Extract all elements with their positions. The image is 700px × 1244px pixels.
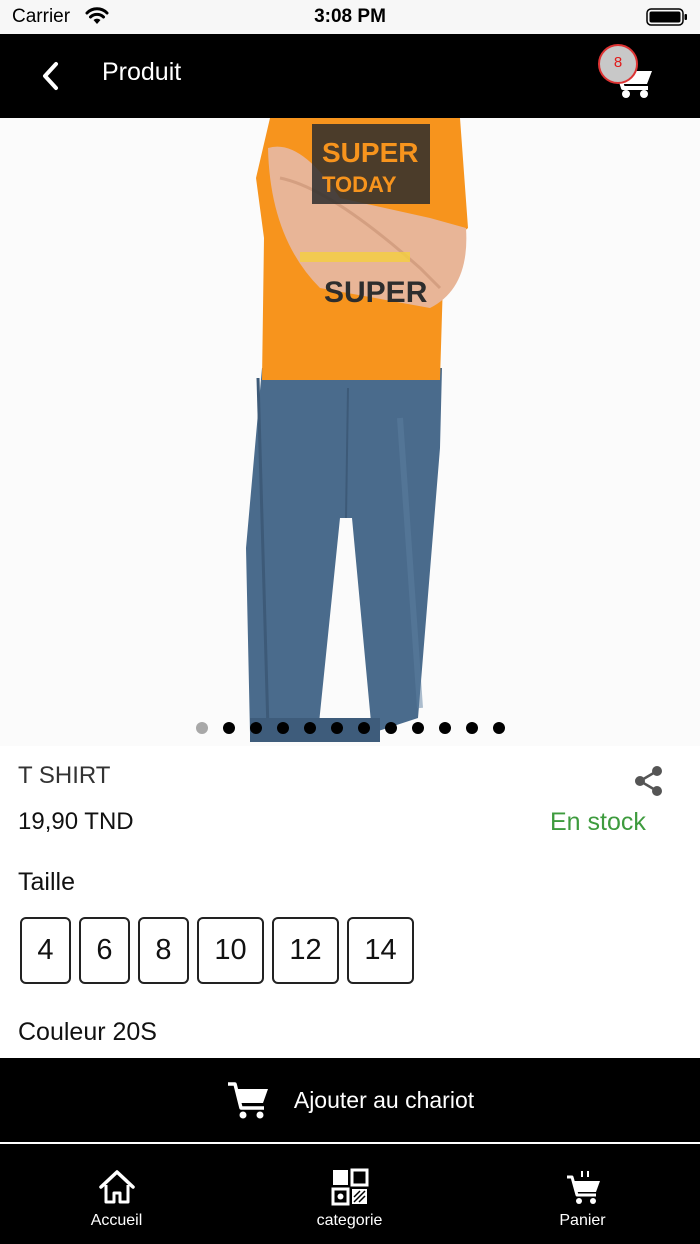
cart-count-badge: 8 — [598, 44, 638, 84]
nav-bar: Produit 8 — [0, 34, 700, 118]
chevron-left-icon — [43, 62, 58, 90]
size-option-6[interactable]: 6 — [79, 917, 130, 984]
tab-label-panier: Panier — [559, 1212, 606, 1229]
size-selector: 4 6 8 10 12 14 — [20, 917, 414, 984]
product-photo: SUPER TODAY SUPER — [0, 118, 700, 746]
home-icon — [98, 1170, 135, 1204]
cart-icon — [227, 1082, 268, 1119]
cart-icon — [566, 1171, 600, 1204]
size-label: Taille — [18, 868, 75, 896]
size-option-10[interactable]: 10 — [197, 917, 264, 984]
gallery-dot[interactable] — [384, 722, 397, 734]
gallery-dots — [0, 722, 700, 734]
gallery-dot[interactable] — [411, 722, 424, 734]
shirt-graphic-text-3: SUPER — [324, 276, 428, 309]
battery-icon — [646, 8, 687, 26]
gallery-dot[interactable] — [492, 722, 505, 734]
gallery-dot[interactable] — [465, 722, 478, 734]
stock-status: En stock — [550, 808, 646, 836]
tab-panier[interactable]: Panier — [466, 1144, 699, 1244]
shirt-graphic-text-1: SUPER — [322, 137, 418, 168]
add-to-cart-label: Ajouter au chariot — [293, 1086, 475, 1113]
gallery-dot[interactable] — [195, 722, 208, 734]
gallery-dot[interactable] — [303, 722, 316, 734]
gallery-dot[interactable] — [438, 722, 451, 734]
back-button[interactable] — [34, 56, 74, 96]
product-price: 19,90 TND — [18, 808, 134, 835]
page-title: Produit — [102, 58, 182, 86]
header-cart-button[interactable]: 8 — [596, 44, 658, 104]
status-bar: Carrier 3:08 PM — [0, 0, 700, 34]
size-option-8[interactable]: 8 — [138, 917, 189, 984]
status-time: 3:08 PM — [314, 6, 386, 27]
share-icon — [635, 766, 662, 796]
shirt-graphic-text-2: TODAY — [322, 172, 397, 197]
share-button[interactable] — [632, 764, 666, 798]
tab-label-categorie: categorie — [316, 1212, 383, 1229]
gallery-dot[interactable] — [330, 722, 343, 734]
size-option-14[interactable]: 14 — [347, 917, 414, 984]
gallery-dot[interactable] — [357, 722, 370, 734]
size-option-4[interactable]: 4 — [20, 917, 71, 984]
add-to-cart-button[interactable]: Ajouter au chariot — [0, 1058, 700, 1142]
category-icon — [331, 1168, 368, 1206]
tab-accueil[interactable]: Accueil — [0, 1144, 233, 1244]
product-name: T SHIRT — [18, 762, 111, 789]
product-image-gallery[interactable]: SUPER TODAY SUPER — [0, 118, 700, 746]
gallery-dot[interactable] — [249, 722, 262, 734]
size-option-12[interactable]: 12 — [272, 917, 339, 984]
gallery-dot[interactable] — [222, 722, 235, 734]
tab-label-accueil: Accueil — [90, 1212, 143, 1229]
tab-categorie[interactable]: categorie — [233, 1144, 466, 1244]
gallery-dot[interactable] — [276, 722, 289, 734]
bottom-tab-bar: Accueil categorie Panier — [0, 1144, 700, 1244]
color-label: Couleur 20S — [18, 1018, 157, 1046]
